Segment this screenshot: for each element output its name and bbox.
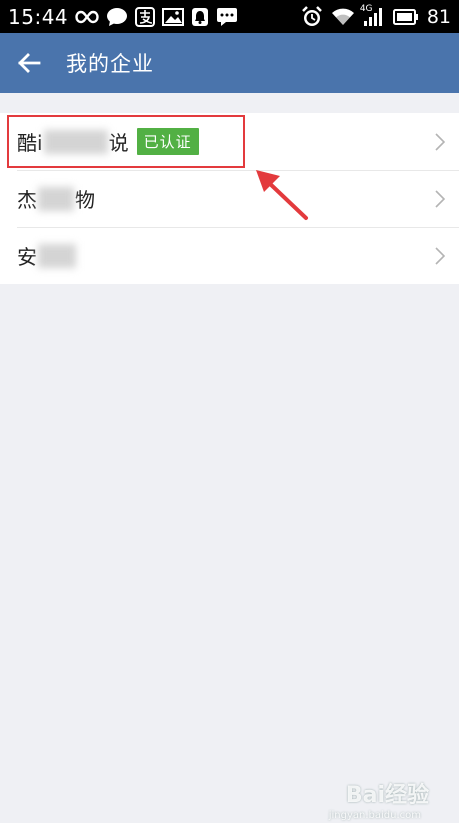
page-title: 我的企业 xyxy=(66,52,154,76)
status-right: 4G 81 xyxy=(301,3,451,28)
image-icon xyxy=(162,7,185,26)
company-item-1[interactable]: 酷i 说 已认证 xyxy=(0,113,459,170)
annotation-arrow-icon xyxy=(256,170,308,220)
company-list: 酷i 说 已认证 杰 物 安 xyxy=(0,113,459,284)
status-time: 15:44 xyxy=(8,4,69,29)
battery-icon xyxy=(392,8,419,25)
status-bar: 15:44 4G 81 xyxy=(0,0,459,33)
company-name-prefix: 酷i xyxy=(17,131,43,155)
network-label: 4G xyxy=(359,3,373,14)
company-name-prefix: 安 xyxy=(17,245,37,269)
company-name: 安 xyxy=(17,241,77,270)
redacted-text xyxy=(38,186,74,211)
chevron-right-icon xyxy=(435,246,445,265)
infinity-icon xyxy=(75,10,99,24)
watermark: Bai经验 xyxy=(345,783,429,808)
company-name-suffix: 物 xyxy=(75,188,95,212)
verified-badge: 已认证 xyxy=(136,128,199,155)
app-header: 我的企业 xyxy=(0,33,459,93)
message-icon xyxy=(216,7,238,27)
status-left: 15:44 xyxy=(8,5,238,29)
company-item-3[interactable]: 安 xyxy=(0,227,459,284)
back-button[interactable] xyxy=(0,33,58,93)
wifi-icon xyxy=(331,8,355,26)
back-arrow-icon xyxy=(18,53,41,73)
chat-bubble-icon xyxy=(106,7,128,27)
company-name-suffix: 说 xyxy=(108,131,129,155)
company-name: 杰 物 xyxy=(17,184,95,213)
signal-icon: 4G xyxy=(359,3,385,27)
alipay-icon xyxy=(135,6,156,27)
company-name: 酷i 说 已认证 xyxy=(17,127,199,156)
watermark-subtext: jingyan.baidu.com xyxy=(328,810,421,821)
company-name-prefix: 杰 xyxy=(17,188,37,212)
redacted-text xyxy=(38,243,76,268)
chevron-right-icon xyxy=(435,132,445,151)
bell-icon xyxy=(191,7,209,27)
battery-level: 81 xyxy=(426,5,451,28)
alarm-icon xyxy=(301,5,323,28)
chevron-right-icon xyxy=(435,189,445,208)
company-item-2[interactable]: 杰 物 xyxy=(0,170,459,227)
redacted-text xyxy=(43,129,108,154)
